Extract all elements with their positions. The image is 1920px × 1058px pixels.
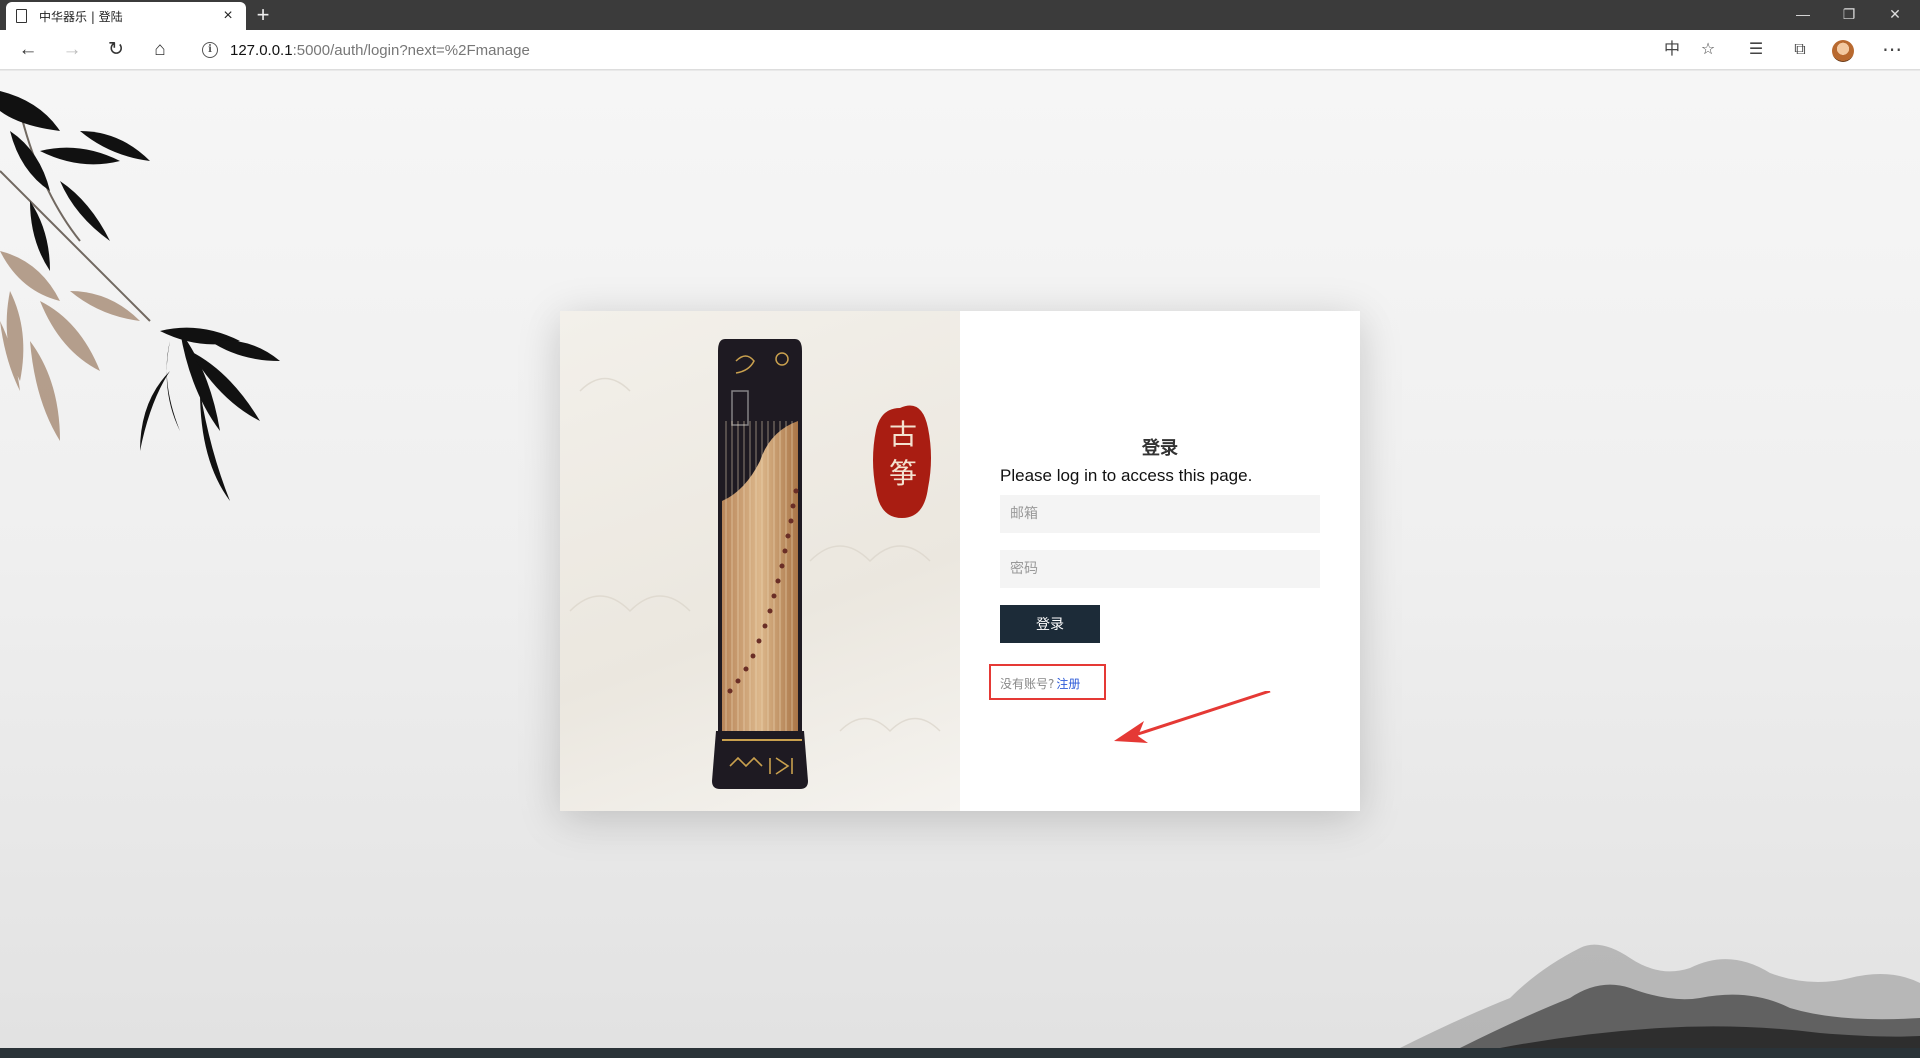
site-info-icon[interactable]: i [202,42,218,58]
back-icon[interactable]: ← [14,36,42,64]
home-icon[interactable]: ⌂ [146,36,174,64]
page-icon [16,9,27,23]
bamboo-painting [0,91,280,501]
new-tab-button[interactable]: + [252,3,274,27]
restore-icon[interactable]: ❐ [1826,0,1872,30]
os-taskbar [0,1048,1920,1058]
mountain-painting [1400,944,1920,1048]
collections-icon[interactable]: ⧉ [1786,36,1814,64]
annotation-highlight-box [989,664,1106,700]
window-close-icon[interactable]: ✕ [1872,0,1918,30]
login-required-message: Please log in to access this page. [1000,466,1253,485]
annotation-arrow-icon [1114,691,1271,743]
address-bar[interactable]: i 127.0.0.1:5000/auth/login?next=%2Fmana… [190,34,1730,66]
browser-toolbar: ← → ↻ ⌂ i 127.0.0.1:5000/auth/login?next… [0,30,1920,70]
email-input[interactable] [1000,495,1320,533]
forward-icon[interactable]: → [58,36,86,64]
seal-char-2: 筝 [889,457,917,490]
minimize-icon[interactable]: — [1780,0,1826,30]
password-input[interactable] [1000,550,1320,588]
tab-title: 中华器乐 | 登陆 [39,9,123,24]
favorites-list-icon[interactable]: ☰ [1742,36,1770,64]
seal-char-1: 古 [889,418,917,451]
tab-bar: 中华器乐 | 登陆 × + — ❐ ✕ [0,0,1920,30]
more-menu-icon[interactable]: ⋯ [1878,36,1906,64]
login-button[interactable]: 登录 [1000,605,1100,643]
guzheng-illustration: 古 筝 [569,339,941,789]
tab-close-icon[interactable]: × [220,7,236,25]
favorite-star-icon[interactable]: ☆ [1694,36,1722,64]
translate-icon[interactable]: 中 [1658,36,1686,64]
page-background: 古 筝 登录 Please log in to access this page… [0,71,1920,1048]
url-text: 127.0.0.1:5000/auth/login?next=%2Fmanage [230,41,530,59]
refresh-icon[interactable]: ↻ [102,36,130,64]
browser-tab[interactable]: 中华器乐 | 登陆 × [6,2,246,30]
form-title: 登录 [1142,438,1178,459]
guzheng-image: 古 筝 [560,311,960,811]
profile-avatar[interactable] [1832,40,1854,62]
